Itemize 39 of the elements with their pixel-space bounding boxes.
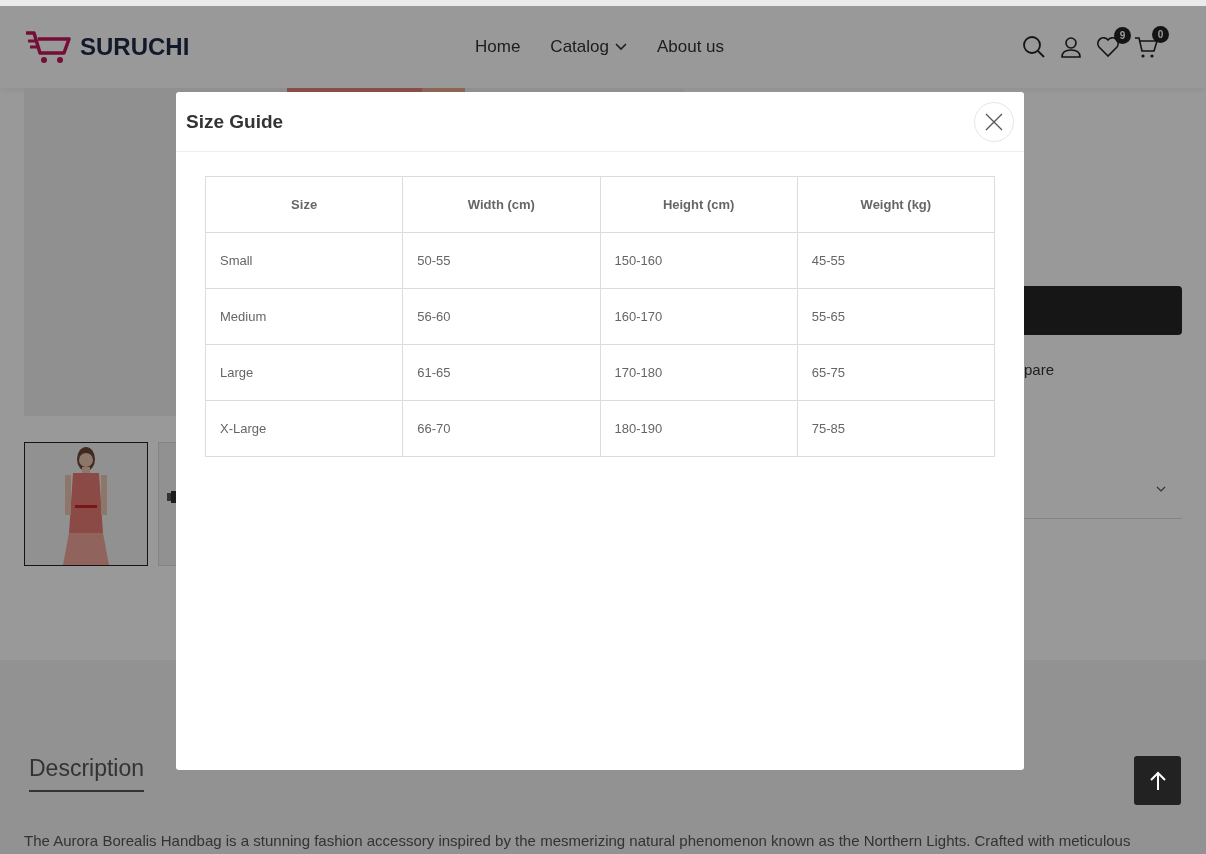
table-cell: 170-180: [600, 344, 798, 401]
wishlist-count-badge: 9: [1114, 27, 1131, 44]
nav-link[interactable]: Catalog: [550, 37, 627, 57]
table-cell: 150-160: [600, 232, 798, 289]
table-cell: 56-60: [402, 288, 600, 345]
table-cell: X-Large: [205, 400, 403, 457]
cart-logo-icon: [24, 29, 72, 65]
compare-link[interactable]: pare: [1024, 361, 1055, 378]
description-text: The Aurora Borealis Handbag is a stunning fashion accessory inspired by the mesmerizing natural phenomenon known as the Northern Lights. Crafted with meticulous: [24, 832, 1132, 849]
table-cell: 160-170: [600, 288, 798, 345]
column-header: Width (cm): [402, 176, 600, 233]
tab[interactable]: Description: [29, 755, 145, 792]
table-cell: 50-55: [402, 232, 600, 289]
table-cell: 61-65: [402, 344, 600, 401]
column-header: Weight (kg): [797, 176, 995, 233]
dialog-title: Size Guide: [186, 110, 284, 133]
cart-count-badge: 0: [1152, 26, 1169, 43]
logo-text[interactable]: SURUCHI: [80, 33, 190, 61]
user-icon[interactable]: [1060, 36, 1082, 58]
column-header: Size: [205, 176, 403, 233]
search-icon[interactable]: [1022, 35, 1046, 59]
table-cell: Small: [205, 232, 403, 289]
back-to-top-button[interactable]: [1134, 756, 1181, 805]
table-cell: 180-190: [600, 400, 798, 457]
table-cell: 65-75: [797, 344, 995, 401]
nav-link[interactable]: Home: [475, 37, 521, 57]
chevron-down-icon: [1156, 486, 1166, 492]
table-cell: Medium: [205, 288, 403, 345]
table-cell: Large: [205, 344, 403, 401]
table-cell: 45-55: [797, 232, 995, 289]
cart-icon[interactable]: [1134, 35, 1158, 59]
nav-link[interactable]: About us: [656, 37, 725, 57]
arrow-up-icon: [1148, 770, 1167, 791]
close-icon: [985, 112, 1003, 131]
heart-icon[interactable]: [1096, 36, 1120, 58]
table-cell: 66-70: [402, 400, 600, 457]
table-cell: 55-65: [797, 288, 995, 345]
column-header: Height (cm): [600, 176, 798, 233]
table-cell: 75-85: [797, 400, 995, 457]
